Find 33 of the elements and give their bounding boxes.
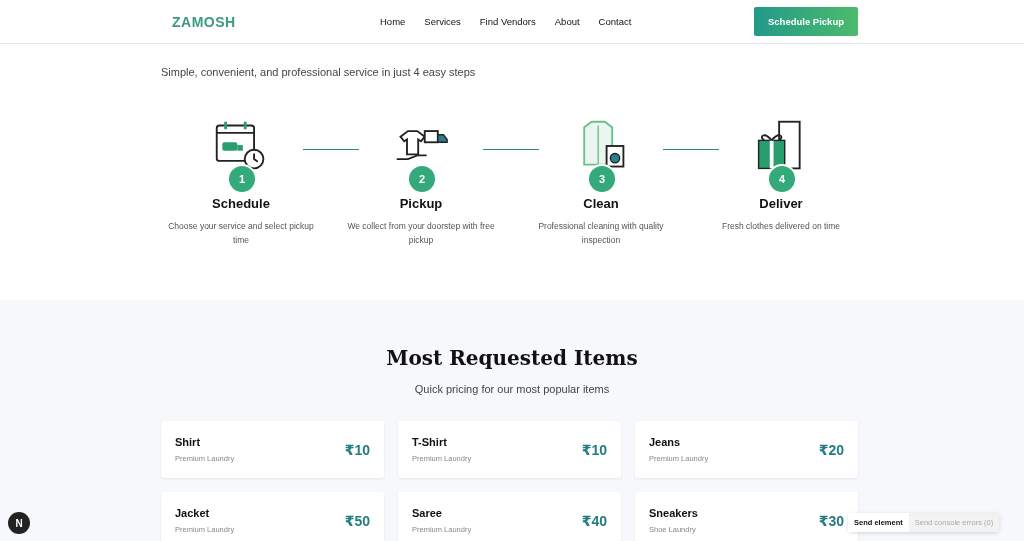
step-title: Clean [583,196,619,211]
item-price: ₹50 [344,512,370,529]
item-name: Saree [412,507,443,519]
step-description: Professional cleaning with quality inspection [537,220,665,247]
item-price: ₹30 [818,512,844,529]
item-price: ₹20 [818,441,844,458]
nav-link[interactable]: Contact [598,16,632,27]
dev-badge[interactable]: N [8,512,30,534]
section-subtitle: Simple, convenient, and professional service in just 4 easy steps [161,66,477,78]
item-name: Shirt [175,436,202,448]
item-name: Sneakers [649,507,698,519]
item-name: Jacket [175,507,211,519]
item-name: T-Shirt [412,436,448,448]
step-description: Fresh clothes delivered on time [720,220,842,233]
step-title: Schedule [212,196,270,211]
step-number: 3 [587,164,617,194]
step-title: Pickup [399,196,443,211]
item-price: ₹10 [581,441,607,458]
nav-link[interactable]: Services [424,16,461,27]
step-title: Deliver [759,196,803,211]
step-number: 4 [767,164,797,194]
nav-link[interactable]: About [554,16,580,27]
step-number: 2 [407,164,437,194]
item-price: ₹40 [581,512,607,529]
item-name: Jeans [649,436,682,448]
step-description: We collect from your doorstep with free pickup [346,220,496,247]
step-number: 1 [227,164,257,194]
nav-link[interactable]: Home [380,16,406,27]
section-subtitle: Quick pricing for our most popular items [413,383,611,395]
nav-link[interactable]: Find Vendors [479,16,536,27]
item-price: ₹10 [344,441,370,458]
section-heading: Most Requested Items [385,346,639,370]
step-description: Choose your service and select pickup time [167,220,315,247]
